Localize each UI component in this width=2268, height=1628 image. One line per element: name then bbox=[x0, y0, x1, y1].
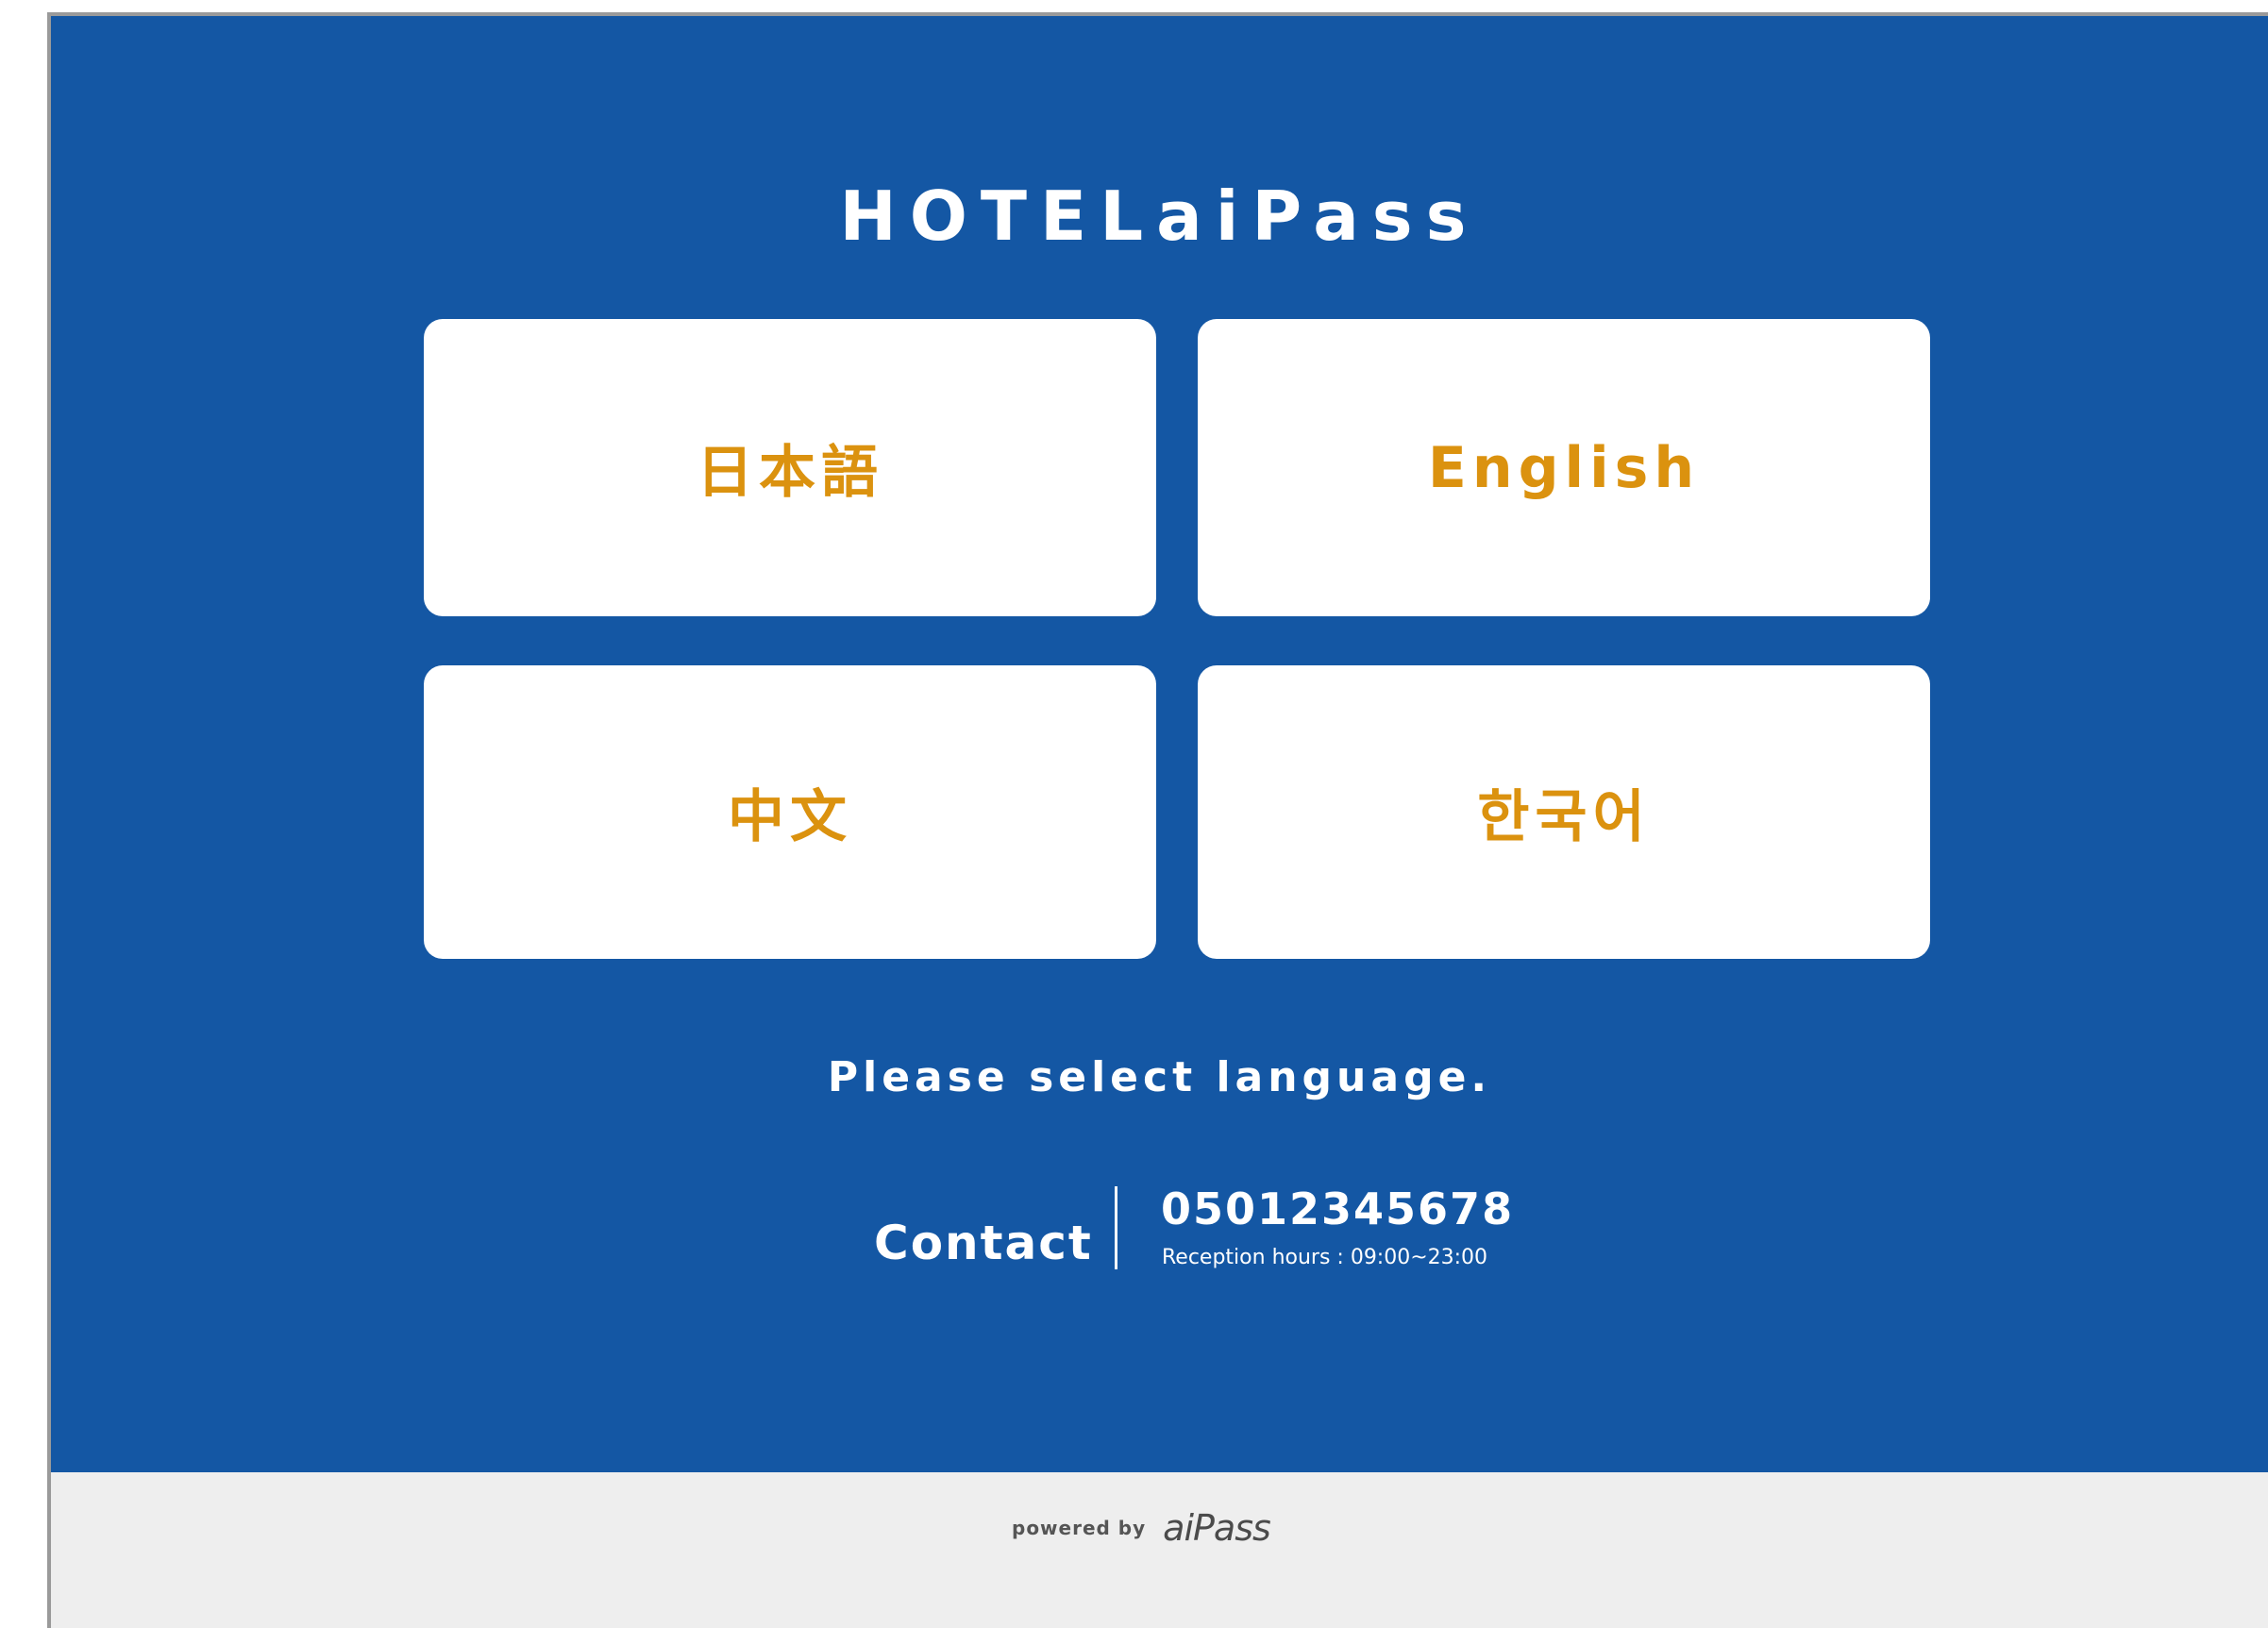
language-button-korean[interactable]: 한국어 bbox=[1198, 665, 1930, 959]
contact-divider bbox=[1115, 1186, 1117, 1269]
aipass-logo: aiPass bbox=[1163, 1507, 1271, 1549]
language-button-japanese[interactable]: 日本語 bbox=[424, 319, 1156, 616]
language-button-chinese[interactable]: 中文 bbox=[424, 665, 1156, 959]
hotel-title: HOTELaiPass bbox=[839, 176, 1480, 256]
language-select-panel: HOTELaiPass 日本語 English 中文 한국어 Please se… bbox=[51, 16, 2268, 1472]
powered-by-text: powered by bbox=[1012, 1517, 1147, 1539]
powered-by-badge: powered by aiPass bbox=[1012, 1504, 1271, 1552]
page-frame: HOTELaiPass 日本語 English 中文 한국어 Please se… bbox=[47, 12, 2268, 1628]
language-prompt: Please select language. bbox=[827, 1053, 1492, 1101]
reception-hours: Reception hours : 09:00~23:00 bbox=[1162, 1246, 1488, 1269]
contact-phone-number[interactable]: 05012345678 bbox=[1161, 1181, 1514, 1237]
language-button-english[interactable]: English bbox=[1198, 319, 1930, 616]
contact-label: Contact bbox=[874, 1216, 1093, 1270]
